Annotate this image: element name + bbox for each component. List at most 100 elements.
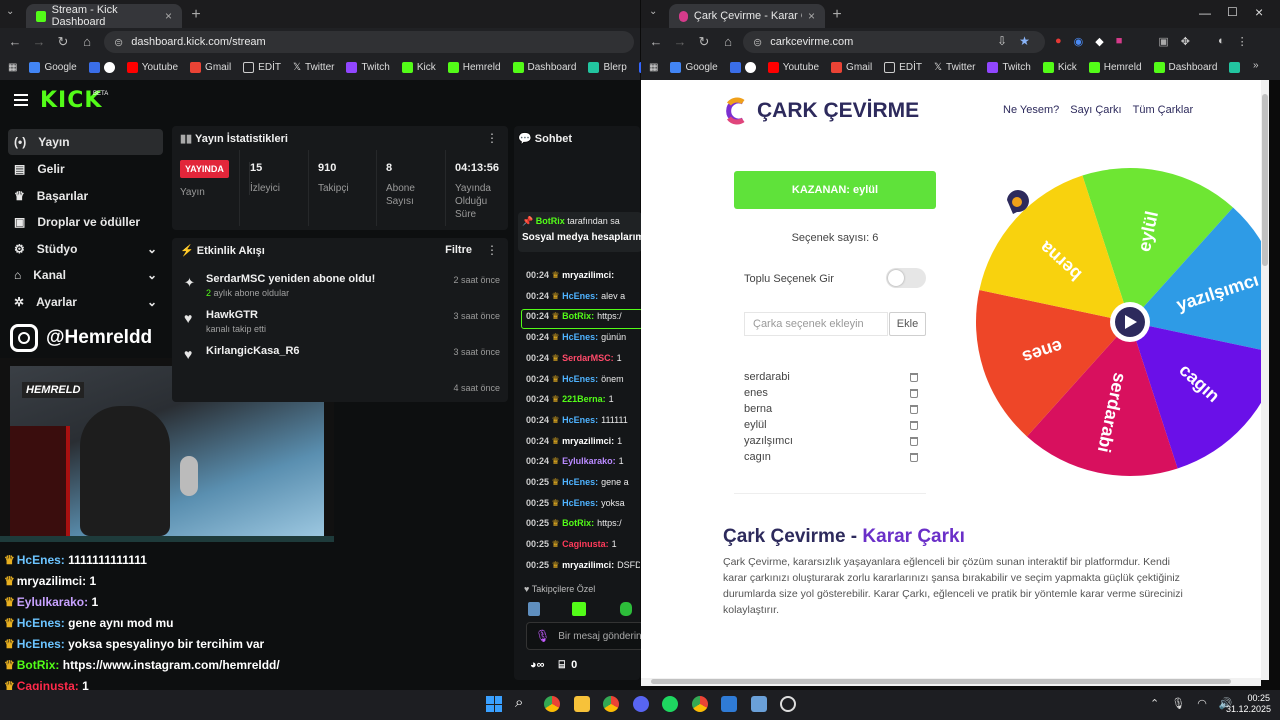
new-tab-button[interactable]: + [827,6,847,26]
bookmark-google[interactable]: Google [29,61,77,73]
bookmark-dashboard[interactable]: Dashboard [512,61,576,73]
mic-icon[interactable]: 🎙 [535,629,550,643]
stats-menu-icon[interactable]: ⋮ [486,131,498,145]
tab-search-button[interactable]: ⌄ [649,6,657,17]
emote-icon[interactable] [572,602,586,616]
tab-kick-dashboard[interactable]: Stream - Kick Dashboard × [26,4,182,28]
feed-item[interactable]: ♥ HawkGTR kanalı takip etti 3 saat önce [184,309,504,343]
nav-ne-yesem[interactable]: Ne Yesem? [1003,104,1059,116]
apps-icon[interactable]: ▦ [649,62,658,73]
bookmark-hemreld[interactable]: Hemreld [1088,61,1142,73]
chat-message[interactable]: 00:25 ♛ mryazilimci:DSFDFD [526,560,640,571]
sidebar-item-kanal[interactable]: ⌂ Kanal ⌄ [8,262,163,288]
bookmark-edit[interactable]: EDİT [884,61,922,73]
tray-icons[interactable]: ⌃ 🎙 ◠ 🔊 [1150,697,1233,710]
forward-icon[interactable]: → [30,33,48,51]
apps-icon[interactable]: ▦ [8,62,17,73]
chrome-icon[interactable] [603,696,619,712]
chat-message[interactable]: 00:24 ♛ 221Berna: 1 [526,394,640,405]
emote-icon[interactable] [620,602,632,616]
bookmark-hemreld[interactable]: Hemreld [447,61,501,73]
bookmark-twitch[interactable]: Twitch [346,61,390,73]
delete-icon[interactable] [910,453,918,462]
delete-icon[interactable] [910,421,918,430]
bookmark-kick[interactable]: Kick [401,61,436,73]
chat-message[interactable]: 00:25 ♛ BotRix: https:/ [526,518,640,529]
store-icon[interactable]: ⌸ [559,659,566,672]
chat-message[interactable]: 00:24 ♛ HcEnes: 111111 [526,415,640,426]
sidebar-item-gelir[interactable]: ▤ Gelir [8,156,163,182]
sidebar-item-droplar[interactable]: ▣ Droplar ve ödüller [8,209,163,235]
chat-message[interactable]: 00:24 ♛ SerdarMSC: 1 [526,353,640,364]
address-bar[interactable]: ⊜ dashboard.kick.com/stream [104,31,634,53]
obs-icon[interactable] [780,696,796,712]
sidebar-item-studyo[interactable]: ⚙ Stüdyo ⌄ [8,236,163,262]
taskbar-clock[interactable]: 00:25 31.12.2025 [1226,693,1271,715]
new-tab-button[interactable]: + [186,6,206,26]
chat-message[interactable]: 00:25 ♛ HcEnes: yoksa [526,498,640,509]
folder-icon[interactable] [574,696,590,712]
forward-icon[interactable]: → [671,33,689,51]
tab-cark-cevirme[interactable]: Çark Çevirme - Karar Çarkı × [669,4,825,28]
bookmark-twitter[interactable]: 𝕏 Twitter [934,62,976,73]
bookmark-gmail[interactable]: Gmail [831,61,872,73]
chat-message[interactable]: 00:25 ♛ HcEnes: gene a [526,477,640,488]
bookmark-blerp[interactable]: Blerp [588,61,627,73]
bookmark-misc-icons[interactable] [729,61,756,73]
add-option-button[interactable]: Ekle [889,312,926,336]
spotify-icon[interactable] [662,696,678,712]
site-logo[interactable]: ÇARK ÇEVİRME [723,96,919,126]
discord-icon[interactable] [633,696,649,712]
app-icon[interactable] [721,696,737,712]
tab-search-button[interactable]: ⌄ [6,6,14,17]
close-window-button[interactable]: × [1255,4,1263,20]
option-input[interactable]: Çarka seçenek ekleyin [744,312,888,336]
sidebar-item-ayarlar[interactable]: ✲ Ayarlar ⌄ [8,289,163,315]
feed-menu-icon[interactable]: ⋮ [486,243,498,257]
pinned-message[interactable]: 📌 BotRix tarafından sa Sosyal medya hesa… [518,212,642,252]
start-icon[interactable] [486,696,502,712]
bookmark-misc-icons[interactable] [88,61,115,73]
points-icon[interactable]: ◕∞ [530,659,545,672]
reload-icon[interactable]: ↻ [54,33,72,51]
chrome-icon[interactable] [544,696,560,712]
chat-message[interactable]: 00:24 ♛ Eylulkarako: 1 [526,456,640,467]
feed-filter-button[interactable]: Filtre [445,244,472,256]
menu-icon[interactable] [14,94,28,106]
chat-input[interactable]: 🎙 Bir mesaj gönderin [526,622,644,650]
chat-message[interactable]: 00:24 ♛ mryazilimci: 1 [526,436,640,447]
emote-icon[interactable] [528,602,540,616]
home-icon[interactable]: ⌂ [719,33,737,51]
horizontal-scrollbar[interactable] [641,678,1261,686]
chat-message[interactable]: 00:25 ♛ Caginusta: 1 [526,539,640,550]
bookmark-twitter[interactable]: 𝕏 Twitter [293,62,335,73]
bookmark-twitch[interactable]: Twitch [987,61,1031,73]
app-icon[interactable] [751,696,767,712]
back-icon[interactable]: ← [6,33,24,51]
feed-item[interactable]: 4 saat önce [184,381,504,415]
nav-sayi-carki[interactable]: Sayı Çarkı [1070,104,1121,116]
spin-wheel[interactable]: eylülyazılşımcıcagınserdarabienesberna [971,162,1269,482]
bookmark-youtube[interactable]: Youtube [126,61,178,73]
sidebar-item-yayin[interactable]: (•) Yayın [8,129,163,155]
chat-message[interactable]: 00:24 ♛ HcEnes: alev a [526,291,640,302]
nav-tum-carklar[interactable]: Tüm Çarklar [1133,104,1194,116]
site-info-icon[interactable]: ⊜ [114,36,123,49]
vertical-scrollbar[interactable] [1261,80,1269,680]
extension-icons[interactable]: ⇩ ★ [997,34,1030,48]
bookmark-youtube[interactable]: Youtube [767,61,819,73]
chat-message[interactable]: 00:24 ♛ HcEnes: günün [526,332,640,343]
home-icon[interactable]: ⌂ [78,33,96,51]
bookmarks-overflow-icon[interactable]: » [1253,60,1259,71]
bookmark-google[interactable]: Google [670,61,718,73]
bookmark-dashboard[interactable]: Dashboard [1153,61,1217,73]
bookmark-gmail[interactable]: Gmail [190,61,231,73]
site-info-icon[interactable]: ⊜ [753,36,762,49]
delete-icon[interactable] [910,389,918,398]
bookmark-kick[interactable]: Kick [1042,61,1077,73]
feed-item[interactable]: ✦ SerdarMSC yeniden abone oldu! 2 aylık … [184,273,504,307]
maximize-button[interactable]: ☐ [1227,5,1238,19]
extension-icons[interactable]: ● ◉ ◆ ■ ▣ ✥ ◐ ⋮ [1055,35,1248,48]
delete-icon[interactable] [910,373,918,382]
close-tab-icon[interactable]: × [165,9,172,23]
